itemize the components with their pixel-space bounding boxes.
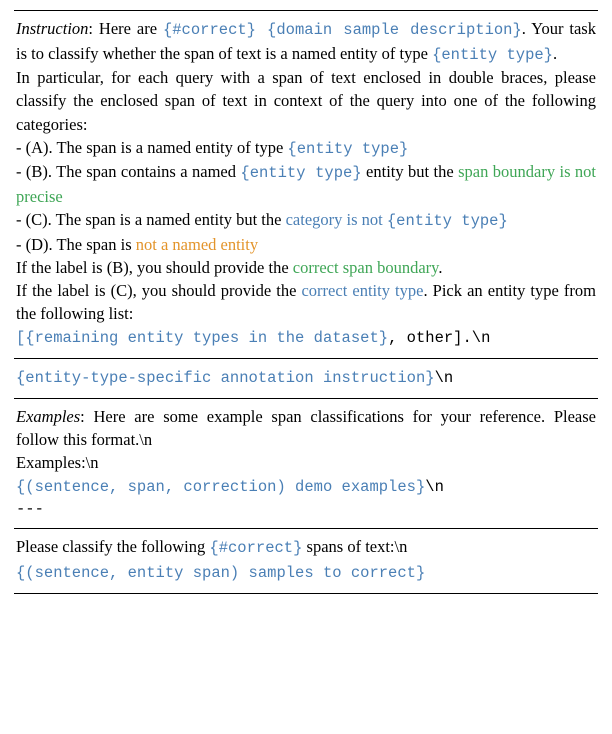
placeholder-entity-specific: {entity-type-specific annotation instruc… <box>16 369 435 387</box>
samples-placeholder-line: {(sentence, entity span) samples to corr… <box>16 560 596 585</box>
examples-header: Examples:\n <box>16 451 596 474</box>
text: . <box>553 44 557 63</box>
placeholder-correct-count: {#correct} <box>209 539 302 557</box>
remaining-types-line: [{remaining entity types in the dataset}… <box>16 325 596 350</box>
category-not-text: category is not <box>286 210 383 229</box>
option-c: - (C). The span is a named entity but th… <box>16 208 596 233</box>
placeholder-entity-type: {entity type} <box>287 140 408 158</box>
text: Please classify the following <box>16 537 209 556</box>
text: If the label is (C), you should provide … <box>16 281 301 300</box>
examples-placeholder-line: {(sentence, span, correction) demo examp… <box>16 474 596 499</box>
label-c-guidance: If the label is (C), you should provide … <box>16 279 596 325</box>
text: - (B). The span contains a named <box>16 162 240 181</box>
instruction-para-1: Instruction: Here are {#correct} {domain… <box>16 17 596 66</box>
classify-section: Please classify the following {#correct}… <box>14 528 598 592</box>
text: - (A). The span is a named entity of typ… <box>16 138 287 157</box>
entity-specific-instruction: {entity-type-specific annotation instruc… <box>16 365 596 390</box>
classify-instruction: Please classify the following {#correct}… <box>16 535 596 560</box>
instruction-section: Instruction: Here are {#correct} {domain… <box>14 11 598 358</box>
text: - (D). The span is <box>16 235 136 254</box>
text: If the label is (B), you should provide … <box>16 258 293 277</box>
option-d: - (D). The span is not a named entity <box>16 233 596 256</box>
newline-marker: \n <box>435 369 454 387</box>
option-a: - (A). The span is a named entity of typ… <box>16 136 596 161</box>
entity-specific-section: {entity-type-specific annotation instruc… <box>14 358 598 398</box>
text: spans of text:\n <box>302 537 407 556</box>
instruction-label: Instruction <box>16 19 88 38</box>
placeholder-demo-examples: {(sentence, span, correction) demo examp… <box>16 478 425 496</box>
text: , other].\n <box>388 329 490 347</box>
correct-span-boundary-text: correct span boundary <box>293 258 439 277</box>
prompt-template-box: Instruction: Here are {#correct} {domain… <box>14 10 598 594</box>
examples-section: Examples: Here are some example span cla… <box>14 398 598 529</box>
label-b-guidance: If the label is (B), you should provide … <box>16 256 596 279</box>
examples-para-1: Examples: Here are some example span cla… <box>16 405 596 451</box>
placeholder-count-domain: {#correct} {domain sample description} <box>163 21 522 39</box>
examples-label: Examples <box>16 407 80 426</box>
placeholder-entity-type: {entity type} <box>387 212 508 230</box>
correct-entity-type-text: correct entity type <box>301 281 423 300</box>
newline-marker: \n <box>425 478 444 496</box>
instruction-para-2: In particular, for each query with a spa… <box>16 66 596 135</box>
option-b: - (B). The span contains a named {entity… <box>16 160 596 208</box>
dashes: --- <box>16 499 596 521</box>
not-named-entity-text: not a named entity <box>136 235 258 254</box>
placeholder-entity-type: {entity type} <box>240 164 361 182</box>
placeholder-entity-type: {entity type} <box>432 46 553 64</box>
placeholder-samples: {(sentence, entity span) samples to corr… <box>16 564 425 582</box>
text: . <box>438 258 442 277</box>
text: - (C). The span is a named entity but th… <box>16 210 286 229</box>
text: entity but the <box>362 162 458 181</box>
text: : Here are some example span classificat… <box>16 407 596 449</box>
placeholder-remaining-types: [{remaining entity types in the dataset} <box>16 329 388 347</box>
text: : Here are <box>88 19 163 38</box>
